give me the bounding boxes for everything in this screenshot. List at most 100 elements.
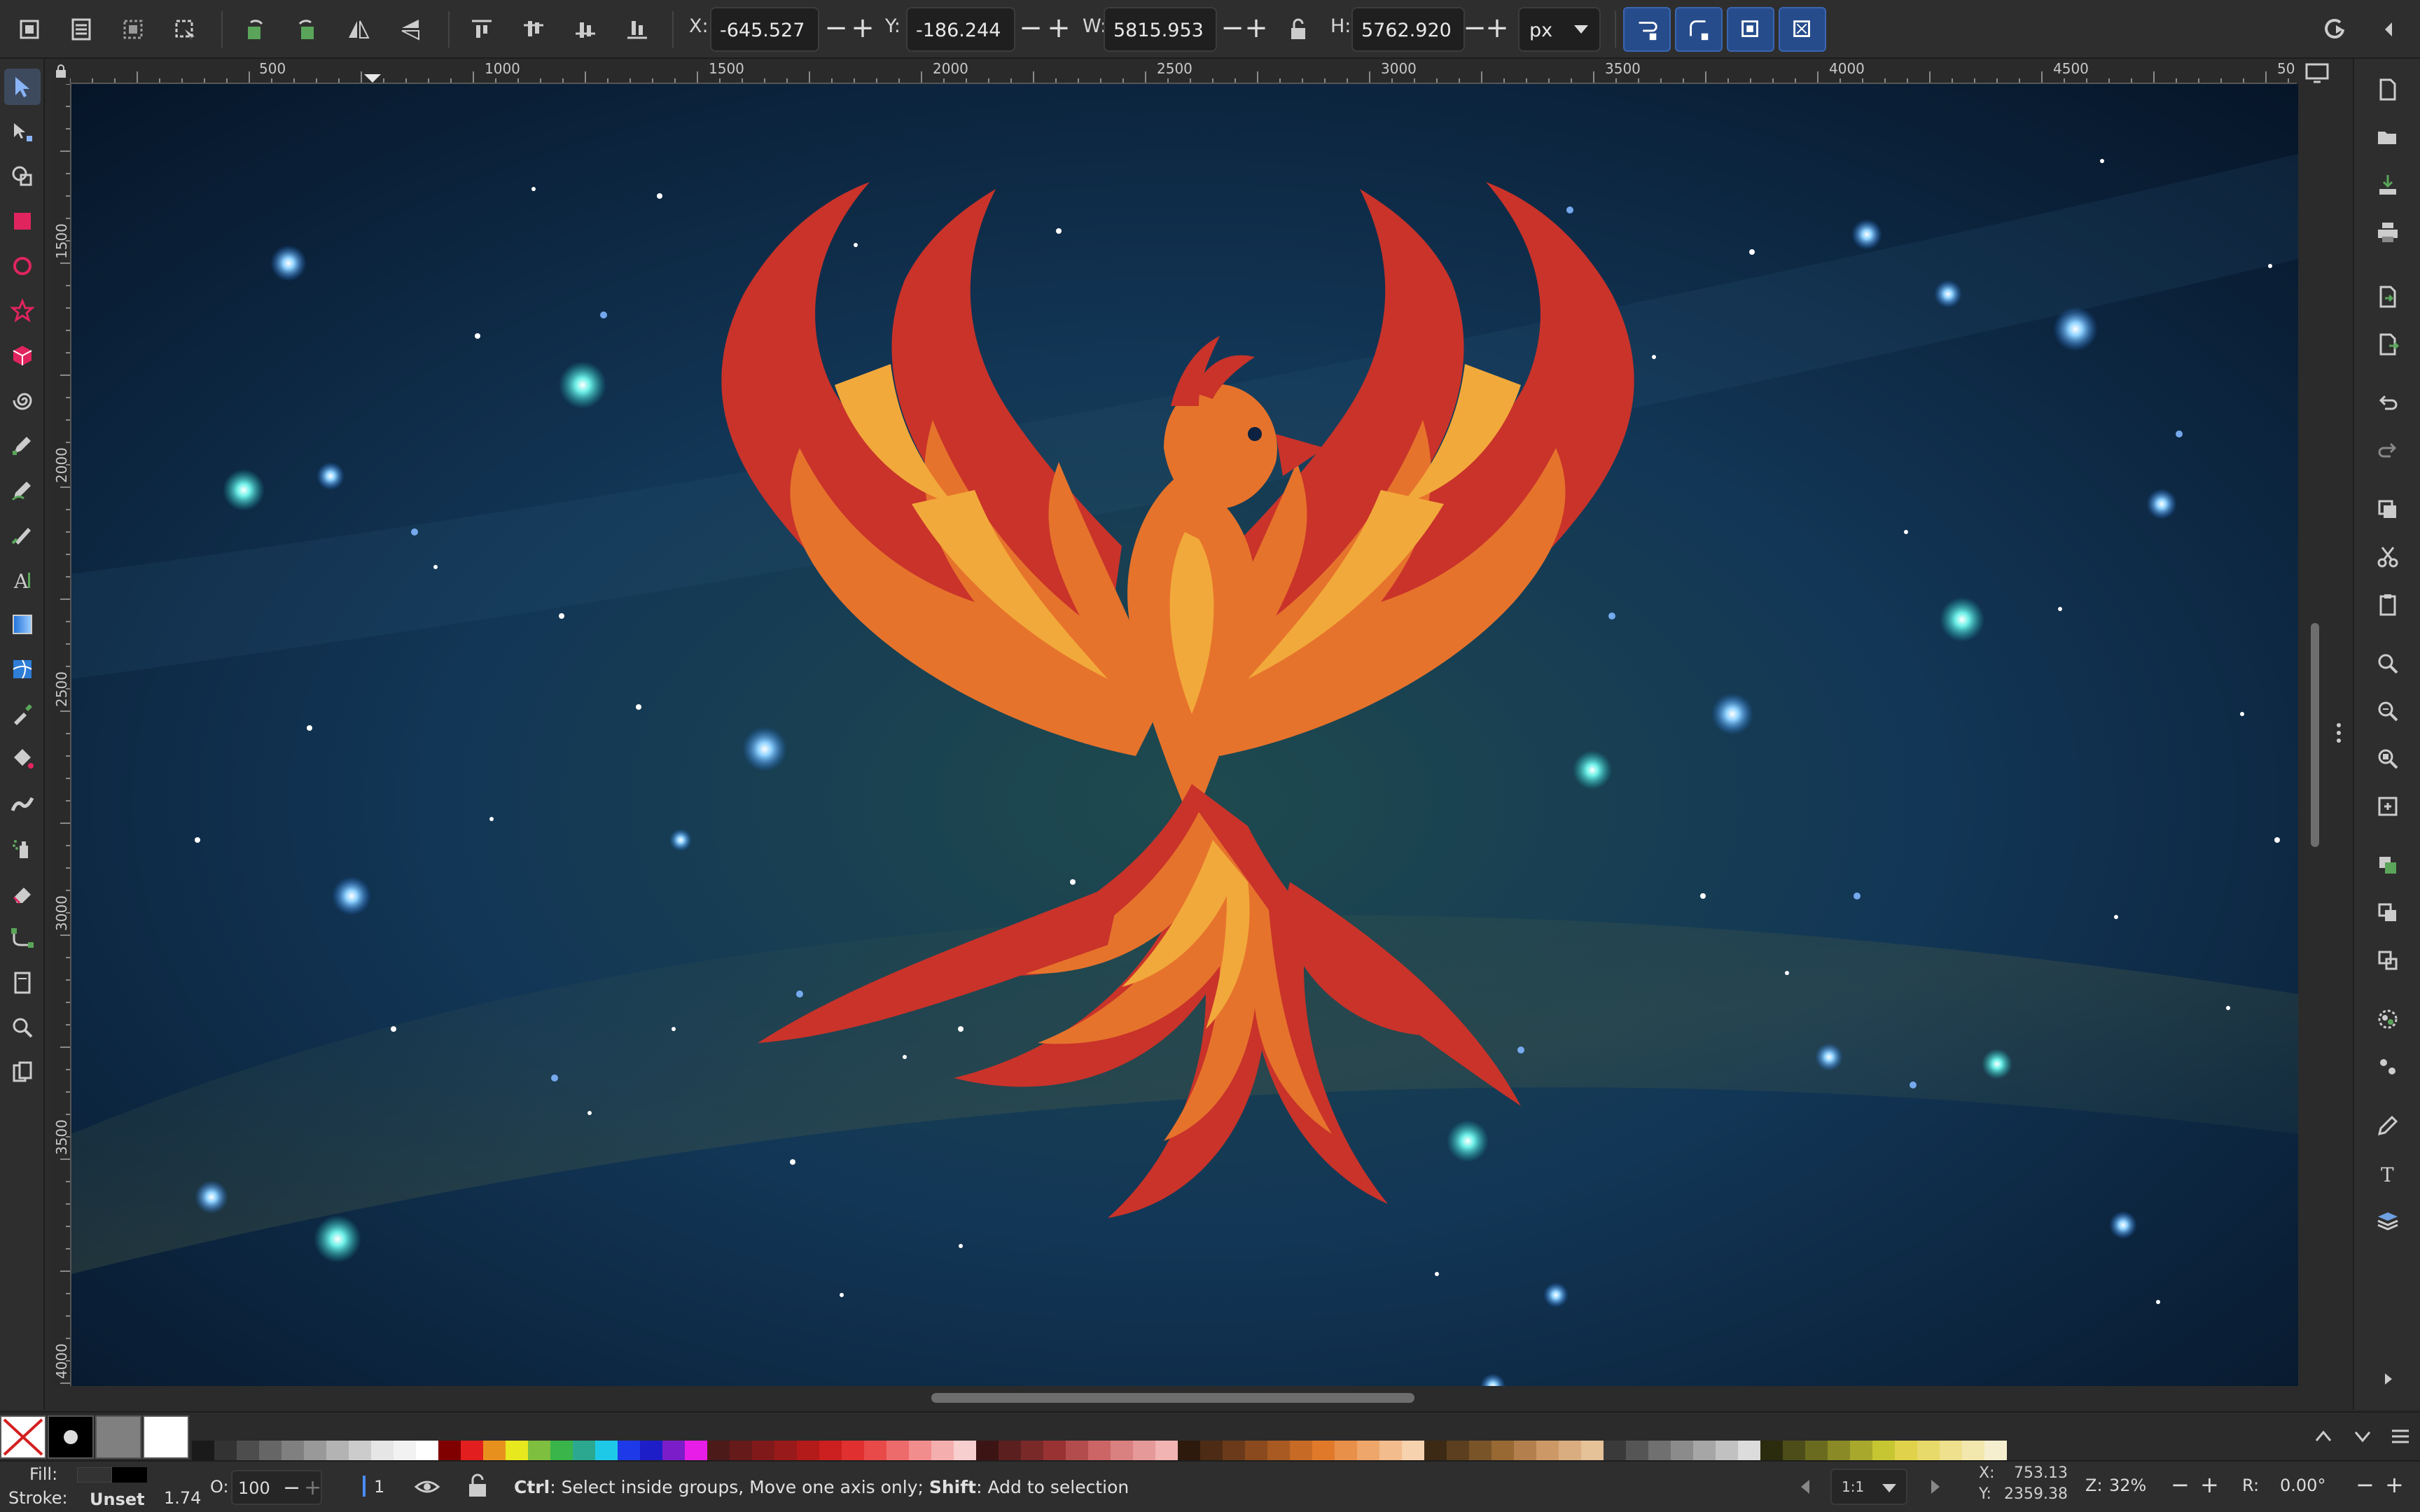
layer-lock-icon[interactable] bbox=[466, 1473, 489, 1499]
palette-swatch[interactable] bbox=[1828, 1441, 1850, 1460]
palette-swatch[interactable] bbox=[394, 1441, 416, 1460]
connector-tool-icon[interactable] bbox=[4, 920, 41, 956]
palette-swatch[interactable] bbox=[1536, 1441, 1559, 1460]
palette-swatch[interactable] bbox=[1917, 1441, 1940, 1460]
palette-swatch[interactable] bbox=[1760, 1441, 1783, 1460]
palette-swatch[interactable] bbox=[1155, 1441, 1178, 1460]
rotate-ccw-icon[interactable] bbox=[235, 10, 274, 49]
undo-icon[interactable] bbox=[2370, 385, 2406, 421]
page-next-icon[interactable] bbox=[1927, 1477, 1944, 1497]
palette-swatch[interactable] bbox=[1267, 1441, 1290, 1460]
rotation-value[interactable]: 0.00° bbox=[2280, 1476, 2325, 1495]
palette-scroll-up-icon[interactable] bbox=[2311, 1424, 2336, 1449]
white-swatch[interactable] bbox=[143, 1415, 189, 1459]
palette-swatch[interactable] bbox=[1379, 1441, 1402, 1460]
palette-swatch[interactable] bbox=[1223, 1441, 1245, 1460]
black-swatch[interactable] bbox=[48, 1415, 94, 1459]
palette-swatch[interactable] bbox=[842, 1441, 864, 1460]
palette-swatch[interactable] bbox=[1133, 1441, 1155, 1460]
zoom-drawing-icon[interactable] bbox=[2370, 693, 2406, 729]
palette-swatch[interactable] bbox=[1581, 1441, 1604, 1460]
layer-value[interactable]: 1 bbox=[374, 1477, 384, 1497]
palette-swatch[interactable] bbox=[304, 1441, 326, 1460]
palette-swatch[interactable] bbox=[528, 1441, 550, 1460]
palette-swatch[interactable] bbox=[416, 1441, 438, 1460]
palette-swatch[interactable] bbox=[797, 1441, 819, 1460]
palette-swatch[interactable] bbox=[1312, 1441, 1335, 1460]
palette-swatch[interactable] bbox=[864, 1441, 886, 1460]
palette-swatch[interactable] bbox=[214, 1441, 237, 1460]
collapse-panel-icon[interactable] bbox=[2370, 10, 2409, 49]
w-increment-button[interactable]: + bbox=[1242, 13, 1270, 46]
palette-swatch[interactable] bbox=[1716, 1441, 1738, 1460]
stroke-value[interactable]: Unset bbox=[90, 1490, 145, 1509]
w-input[interactable]: 5815.953 bbox=[1104, 7, 1217, 52]
palette-swatch[interactable] bbox=[1984, 1441, 2007, 1460]
ungroup-icon[interactable] bbox=[2370, 1049, 2406, 1085]
zoom-value[interactable]: 32% bbox=[2109, 1476, 2146, 1495]
export-icon[interactable] bbox=[2370, 279, 2406, 315]
snap-toggle-icon[interactable] bbox=[2316, 10, 2356, 49]
palette-menu-icon[interactable] bbox=[2388, 1424, 2413, 1449]
unlink-clone-icon[interactable] bbox=[2370, 942, 2406, 979]
gradient-tool-icon[interactable] bbox=[4, 606, 41, 643]
zoom-selection-icon[interactable] bbox=[2370, 645, 2406, 682]
page-prev-icon[interactable] bbox=[1797, 1477, 1814, 1497]
palette-swatch[interactable] bbox=[685, 1441, 707, 1460]
fill-color-swatch[interactable] bbox=[112, 1467, 147, 1483]
pencil-tool-icon[interactable] bbox=[4, 472, 41, 508]
rotate-cw-icon[interactable] bbox=[287, 10, 326, 49]
no-paint-swatch[interactable] bbox=[0, 1415, 46, 1459]
export-png-icon[interactable] bbox=[2370, 326, 2406, 363]
palette-swatch[interactable] bbox=[595, 1441, 618, 1460]
palette-swatch[interactable] bbox=[371, 1441, 394, 1460]
palette-swatch[interactable] bbox=[1335, 1441, 1357, 1460]
palette-swatch[interactable] bbox=[1671, 1441, 1693, 1460]
palette-swatch[interactable] bbox=[1088, 1441, 1111, 1460]
transform-gradients-icon[interactable] bbox=[1727, 7, 1774, 52]
phoenix-artwork[interactable] bbox=[71, 84, 2298, 1386]
paint-bucket-icon[interactable] bbox=[4, 741, 41, 777]
open-icon[interactable] bbox=[2370, 119, 2406, 155]
raise-icon[interactable] bbox=[514, 10, 553, 49]
touch-select-icon[interactable] bbox=[165, 10, 204, 49]
opacity-spinner[interactable]: 100 − + bbox=[231, 1470, 322, 1505]
node-tool-icon[interactable] bbox=[4, 113, 41, 150]
palette-swatch[interactable] bbox=[999, 1441, 1021, 1460]
new-document-icon[interactable] bbox=[2370, 71, 2406, 108]
pages-icon[interactable] bbox=[4, 1054, 41, 1091]
palette-swatch[interactable] bbox=[461, 1441, 483, 1460]
palette-swatch[interactable] bbox=[349, 1441, 371, 1460]
palette-swatch[interactable] bbox=[1469, 1441, 1491, 1460]
palette-swatch[interactable] bbox=[1850, 1441, 1872, 1460]
palette-swatch[interactable] bbox=[730, 1441, 752, 1460]
palette-swatch[interactable] bbox=[237, 1441, 259, 1460]
palette-swatch[interactable] bbox=[886, 1441, 909, 1460]
selector-tool-icon[interactable] bbox=[4, 69, 41, 105]
palette-swatch[interactable] bbox=[1021, 1441, 1043, 1460]
transform-patterns-icon[interactable] bbox=[1779, 7, 1826, 52]
palette-swatch[interactable] bbox=[1424, 1441, 1447, 1460]
ellipse-tool-icon[interactable] bbox=[4, 248, 41, 284]
box3d-tool-icon[interactable] bbox=[4, 337, 41, 374]
stroke-width-value[interactable]: 1.74 bbox=[164, 1488, 201, 1508]
fill-stroke-icon[interactable] bbox=[2370, 1107, 2406, 1144]
spiral-tool-icon[interactable] bbox=[4, 382, 41, 419]
mesh-tool-icon[interactable] bbox=[4, 651, 41, 687]
opacity-increment-button[interactable]: + bbox=[304, 1476, 321, 1500]
y-input[interactable]: -186.244 bbox=[906, 7, 1015, 52]
palette-swatch[interactable] bbox=[483, 1441, 506, 1460]
clone-icon[interactable] bbox=[2370, 895, 2406, 931]
snap-select[interactable]: 1:1 bbox=[1830, 1469, 1907, 1505]
guide-lock-icon[interactable] bbox=[52, 59, 70, 84]
palette-swatch[interactable] bbox=[550, 1441, 573, 1460]
zoom-page-icon[interactable] bbox=[2370, 741, 2406, 777]
tweak-tool-icon[interactable] bbox=[4, 785, 41, 822]
palette-swatch[interactable] bbox=[1200, 1441, 1223, 1460]
palette-swatch[interactable] bbox=[1626, 1441, 1648, 1460]
palette-swatch[interactable] bbox=[506, 1441, 528, 1460]
rectangle-tool-icon[interactable] bbox=[4, 203, 41, 239]
display-mode-icon[interactable] bbox=[2305, 63, 2329, 84]
palette-swatch[interactable] bbox=[707, 1441, 730, 1460]
palette-swatch[interactable] bbox=[1178, 1441, 1200, 1460]
